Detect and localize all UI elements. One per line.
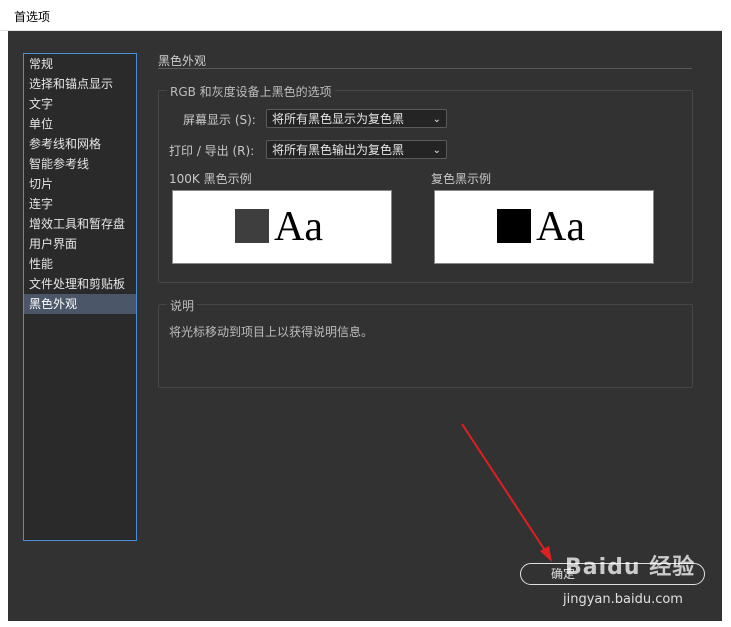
preview-rich-black-label: 复色黑示例 [431,172,492,186]
sidebar-item-file-handling-clipboard[interactable]: 文件处理和剪贴板 [24,274,136,294]
screen-display-select[interactable]: 将所有黑色显示为复色黑 ⌄ [266,109,447,128]
description-group: 说明 将光标移动到项目上以获得说明信息。 [158,297,693,388]
preview-100k-black: Aa [172,190,392,264]
description-text: 将光标移动到项目上以获得说明信息。 [169,325,374,339]
sidebar-item-selection-anchor-display[interactable]: 选择和锚点显示 [24,74,136,94]
print-export-select[interactable]: 将所有黑色输出为复色黑 ⌄ [266,140,447,159]
swatch-100k-black [235,209,269,243]
description-legend: 说明 [167,297,198,314]
screen-display-label: 屏幕显示 (S): [183,113,256,127]
sidebar-item-performance[interactable]: 性能 [24,254,136,274]
sidebar-item-general[interactable]: 常规 [24,54,136,74]
sidebar-item-units[interactable]: 单位 [24,114,136,134]
sidebar-item-hyphenation[interactable]: 连字 [24,194,136,214]
preferences-category-list[interactable]: 常规 选择和锚点显示 文字 单位 参考线和网格 智能参考线 切片 连字 增效工具… [23,53,137,541]
sidebar-item-slices[interactable]: 切片 [24,174,136,194]
section-header: 黑色外观 [158,52,692,69]
chevron-down-icon: ⌄ [432,145,441,156]
sidebar-item-appearance-of-black[interactable]: 黑色外观 [24,294,136,314]
sidebar-item-guides-grid[interactable]: 参考线和网格 [24,134,136,154]
sidebar-item-type[interactable]: 文字 [24,94,136,114]
swatch-rich-black [497,209,531,243]
black-options-legend: RGB 和灰度设备上黑色的选项 [167,83,335,100]
section-title: 黑色外观 [158,54,207,68]
preview-rich-text: Aa [536,204,585,250]
preview-100k-label: 100K 黑色示例 [169,172,252,186]
sidebar-item-user-interface[interactable]: 用户界面 [24,234,136,254]
preferences-dialog: 常规 选择和锚点显示 文字 单位 参考线和网格 智能参考线 切片 连字 增效工具… [8,31,722,621]
window-title: 首选项 [14,10,51,24]
print-export-label: 打印 / 导出 (R): [169,144,255,158]
screen-display-value: 将所有黑色显示为复色黑 [272,112,405,126]
baidu-watermark-url: jingyan.baidu.com [563,592,683,607]
baidu-watermark-logo: Baidu 经验 [565,555,696,580]
title-bar: 首选项 [0,0,723,31]
preview-100k-text: Aa [274,204,323,250]
print-export-value: 将所有黑色输出为复色黑 [272,143,405,157]
preview-rich-black: Aa [434,190,654,264]
sidebar-item-plugins-scratch-disks[interactable]: 增效工具和暂存盘 [24,214,136,234]
sidebar-item-smart-guides[interactable]: 智能参考线 [24,154,136,174]
chevron-down-icon: ⌄ [432,114,441,125]
black-options-group: RGB 和灰度设备上黑色的选项 屏幕显示 (S): 将所有黑色显示为复色黑 ⌄ … [158,83,693,283]
